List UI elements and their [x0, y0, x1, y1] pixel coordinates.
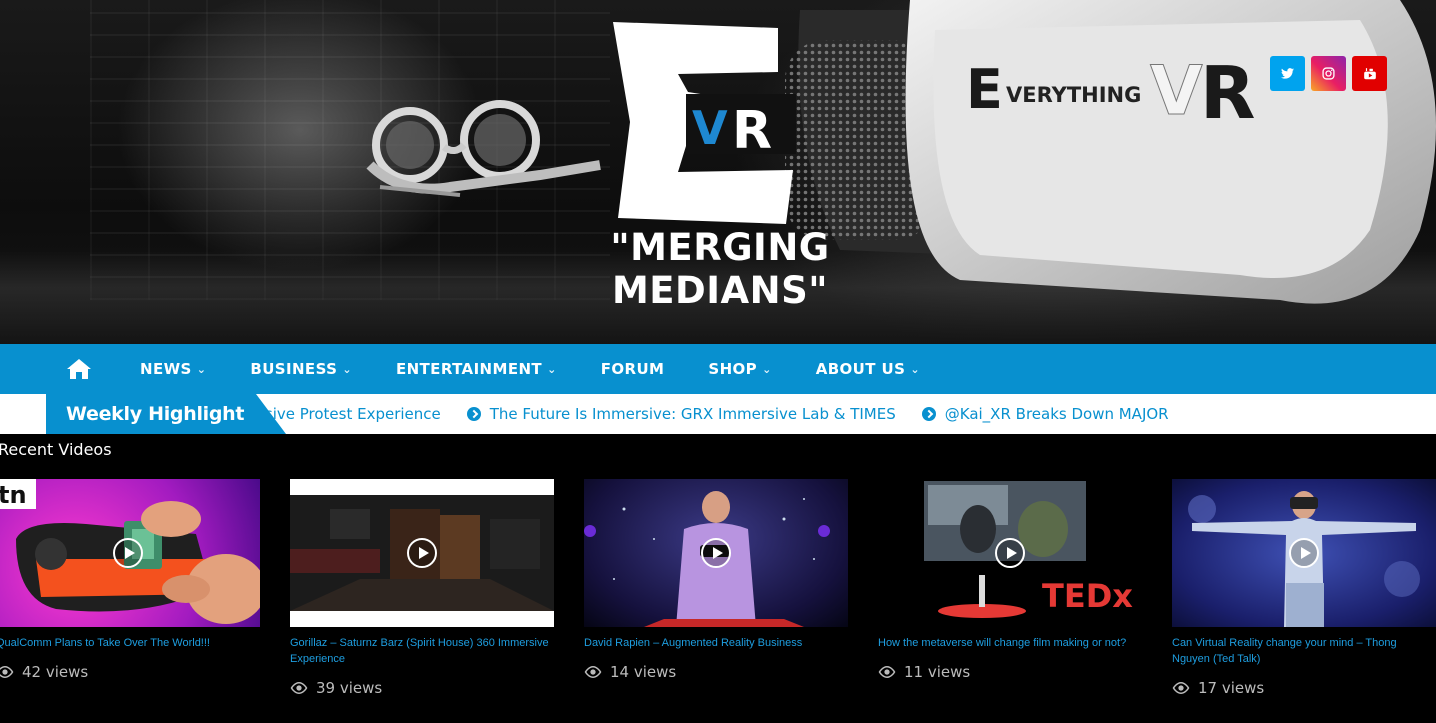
ticker-label: Weekly Highlight: [46, 394, 286, 434]
video-title-link[interactable]: David Rapien – Augmented Reality Busines…: [584, 635, 848, 651]
ticker-item-label: The Future Is Immersive: GRX Immersive L…: [489, 405, 896, 423]
video-thumbnail[interactable]: [1172, 479, 1436, 627]
social-links: [1270, 56, 1387, 91]
view-count: 39 views: [290, 679, 554, 697]
chevron-down-icon: ⌄: [762, 362, 772, 376]
arrow-circle-right-icon: [466, 407, 481, 421]
nav-item-forum[interactable]: FORUM: [579, 344, 687, 394]
tagline: "MERGING MEDIANS": [610, 226, 830, 312]
header-banner: V R "MERGING MEDIANS" E VERYTHING V R: [0, 0, 1436, 344]
view-count-text: 17 views: [1198, 679, 1265, 697]
ticker-item-label: @Kai_XR Breaks Down MAJOR: [944, 405, 1169, 423]
nav-item-label: ENTERTAINMENT: [395, 360, 543, 378]
eye-icon: [0, 666, 14, 678]
view-count-text: 11 views: [904, 663, 971, 681]
recent-videos-heading: Recent Videos: [0, 440, 112, 459]
svg-text:R: R: [732, 101, 772, 161]
video-card[interactable]: David Rapien – Augmented Reality Busines…: [584, 479, 848, 681]
nav-item-label: ABOUT US: [815, 360, 906, 378]
twitter-icon: [1281, 68, 1294, 79]
ticker-item[interactable]: The Future Is Immersive: GRX Immersive L…: [466, 405, 896, 423]
chevron-down-icon: ⌄: [547, 362, 557, 376]
svg-text:V: V: [1150, 52, 1203, 131]
arrow-circle-right-icon: [921, 407, 936, 421]
chevron-down-icon: ⌄: [910, 362, 920, 376]
svg-text:V: V: [692, 101, 728, 155]
svg-text:R: R: [1200, 51, 1255, 135]
eye-icon: [878, 666, 896, 678]
main-navigation: NEWS ⌄ BUSINESS ⌄ ENTERTAINMENT ⌄ FORUM …: [0, 344, 1436, 394]
video-card[interactable]: TEDx How the metaverse will change film …: [878, 479, 1142, 681]
nav-home-link[interactable]: [40, 344, 118, 394]
svg-text:VERYTHING: VERYTHING: [1006, 83, 1141, 107]
play-icon[interactable]: [995, 538, 1025, 568]
instagram-button[interactable]: [1311, 56, 1346, 91]
home-icon: [67, 359, 91, 379]
instagram-icon: [1322, 67, 1335, 80]
youtube-button[interactable]: [1352, 56, 1387, 91]
youtube-icon: [1363, 67, 1376, 79]
view-count: 17 views: [1172, 679, 1436, 697]
thumbnail-caption: TEDx: [1042, 577, 1133, 615]
video-title-link[interactable]: QualComm Plans to Take Over The World!!!: [0, 635, 260, 651]
video-thumbnail[interactable]: [584, 479, 848, 627]
video-title-link[interactable]: Can Virtual Reality change your mind – T…: [1172, 635, 1436, 667]
nav-item-business[interactable]: BUSINESS ⌄: [228, 344, 374, 394]
view-count: 11 views: [878, 663, 1142, 681]
nav-item-label: SHOP: [708, 360, 758, 378]
video-thumbnail[interactable]: tn: [0, 479, 260, 627]
view-count-text: 39 views: [316, 679, 383, 697]
eye-icon: [1172, 682, 1190, 694]
chevron-down-icon: ⌄: [196, 362, 207, 376]
video-thumbnail[interactable]: TEDx: [878, 479, 1142, 627]
video-thumbnail[interactable]: [290, 479, 554, 627]
view-count-text: 14 views: [610, 663, 677, 681]
nav-item-news[interactable]: NEWS ⌄: [118, 344, 228, 394]
everything-vr-wordmark: E VERYTHING V R: [966, 51, 1255, 135]
nav-item-shop[interactable]: SHOP ⌄: [686, 344, 793, 394]
play-icon[interactable]: [113, 538, 143, 568]
video-title-link[interactable]: Gorillaz – Saturnz Barz (Spirit House) 3…: [290, 635, 554, 667]
video-title-link[interactable]: How the metaverse will change film makin…: [878, 635, 1142, 651]
ticker-label-text: Weekly Highlight: [66, 403, 245, 425]
nav-item-label: BUSINESS: [250, 360, 338, 378]
play-icon[interactable]: [701, 538, 731, 568]
nav-item-label: FORUM: [600, 360, 665, 378]
ticker-item[interactable]: @Kai_XR Breaks Down MAJOR: [921, 405, 1169, 423]
eye-icon: [584, 666, 602, 678]
play-icon[interactable]: [407, 538, 437, 568]
nav-item-entertainment[interactable]: ENTERTAINMENT ⌄: [374, 344, 579, 394]
play-icon[interactable]: [1289, 538, 1319, 568]
thumbnail-caption: tn: [0, 481, 27, 509]
video-card[interactable]: tn QualComm Plans to Take Over The World…: [0, 479, 260, 681]
view-count-text: 42 views: [22, 663, 89, 681]
vintage-glasses-image: [366, 100, 601, 197]
chevron-down-icon: ⌄: [342, 362, 352, 376]
twitter-button[interactable]: [1270, 56, 1305, 91]
nav-item-label: NEWS: [140, 360, 192, 378]
video-card[interactable]: Gorillaz – Saturnz Barz (Spirit House) 3…: [290, 479, 554, 697]
eye-icon: [290, 682, 308, 694]
view-count: 14 views: [584, 663, 848, 681]
evr-logo: V R: [613, 22, 796, 224]
view-count: 42 views: [0, 663, 260, 681]
video-card[interactable]: Can Virtual Reality change your mind – T…: [1172, 479, 1436, 697]
svg-text:E: E: [966, 58, 1003, 121]
nav-item-about-us[interactable]: ABOUT US ⌄: [794, 344, 942, 394]
